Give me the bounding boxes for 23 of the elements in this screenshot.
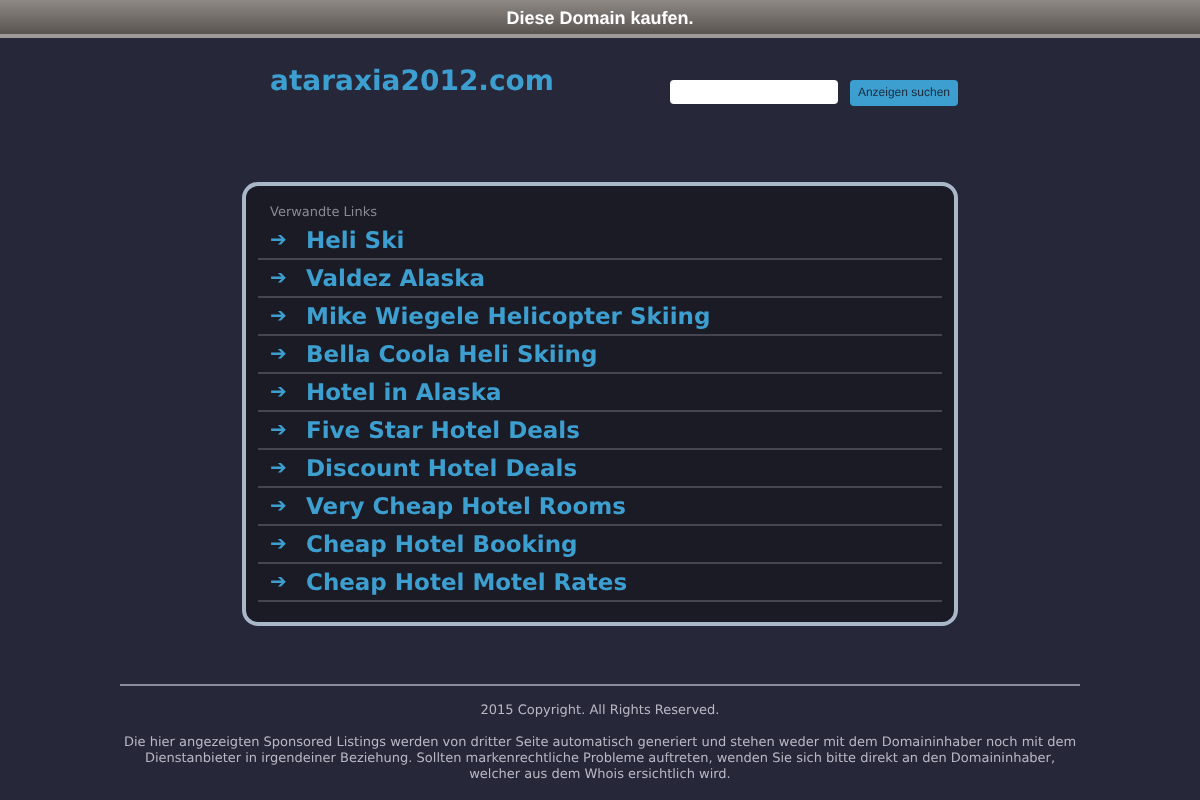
related-link[interactable]: Cheap Hotel Booking	[306, 530, 578, 558]
related-link[interactable]: Bella Coola Heli Skiing	[306, 340, 598, 368]
arrow-icon: ➔	[270, 305, 306, 327]
arrow-icon: ➔	[270, 419, 306, 441]
arrow-icon: ➔	[270, 267, 306, 289]
related-link[interactable]: Very Cheap Hotel Rooms	[306, 492, 626, 520]
arrow-icon: ➔	[270, 457, 306, 479]
related-link[interactable]: Valdez Alaska	[306, 264, 486, 292]
search-field[interactable]	[669, 80, 838, 104]
related-link[interactable]: Hotel in Alaska	[306, 378, 502, 406]
related-link[interactable]: Mike Wiegele Helicopter Skiing	[306, 302, 711, 330]
buy-domain-link[interactable]: Diese Domain kaufen.	[506, 7, 694, 27]
related-link[interactable]: Heli Ski	[306, 226, 405, 254]
related-link[interactable]: Five Star Hotel Deals	[306, 416, 580, 444]
arrow-icon: ➔	[270, 533, 306, 555]
related-link[interactable]: Cheap Hotel Motel Rates	[306, 568, 628, 596]
arrow-icon: ➔	[270, 571, 306, 593]
arrow-icon: ➔	[270, 495, 306, 517]
domain-title: ataraxia2012.com	[270, 66, 555, 102]
arrow-icon: ➔	[270, 381, 306, 403]
arrow-icon: ➔	[270, 229, 306, 251]
arrow-icon: ➔	[270, 343, 306, 365]
related-link[interactable]: Discount Hotel Deals	[306, 454, 578, 482]
